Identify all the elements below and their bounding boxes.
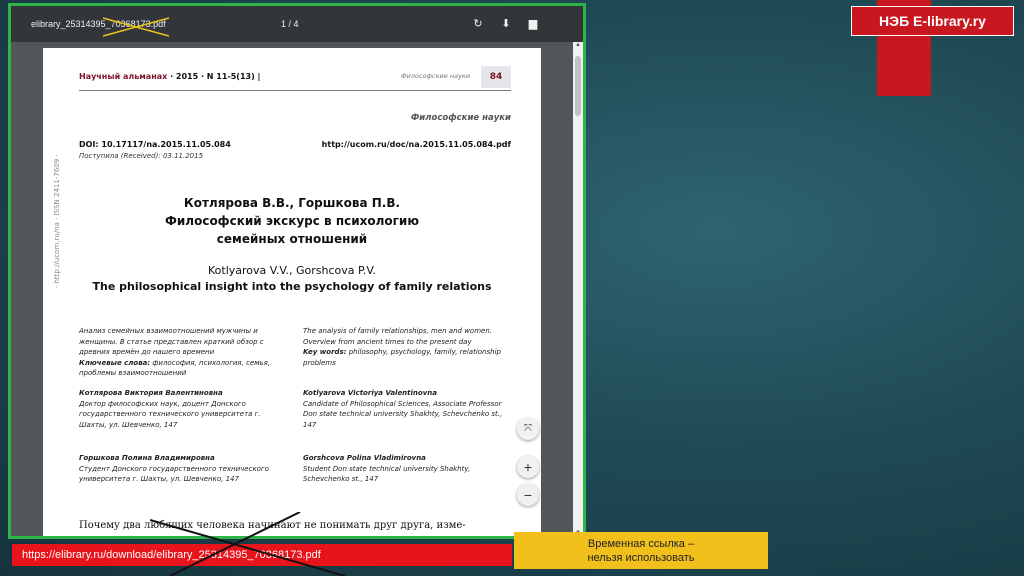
pdf-viewer-frame: elibrary_25314395_70368173.pdf 1 / 4 ↻ ⬇… bbox=[8, 3, 586, 539]
section-header: Философские науки bbox=[401, 72, 471, 80]
note-line2: нельзя использовать bbox=[587, 552, 695, 564]
section-title: Философские науки bbox=[410, 113, 511, 123]
strike-cross-icon bbox=[150, 512, 346, 576]
header-rule bbox=[79, 90, 511, 91]
author1-ru-info: Доктор философских наук, доцент Донского… bbox=[79, 399, 261, 429]
scroll-up-icon[interactable]: ▲ bbox=[573, 42, 583, 48]
article-url: http://ucom.ru/doc/na.2015.11.05.084.pdf bbox=[321, 140, 511, 149]
author2-ru-info: Студент Донского государственного технич… bbox=[79, 464, 269, 484]
pdf-page: Научный альманах · 2015 · N 11-5(13) | Ф… bbox=[43, 48, 541, 536]
received-date: Поступила (Received): 03.11.2015 bbox=[79, 152, 204, 160]
abstract-en-text: The analysis of family relationships, me… bbox=[303, 327, 492, 346]
title-ru-line2: семейных отношений bbox=[216, 232, 368, 246]
journal-header: Научный альманах · 2015 · N 11-5(13) | bbox=[79, 72, 260, 81]
strike-cross-icon bbox=[102, 17, 170, 37]
zoom-in-icon[interactable]: + bbox=[517, 456, 539, 478]
authors-ru: Котлярова В.В., Горшкова П.В. bbox=[183, 196, 401, 210]
rotate-icon[interactable]: ↻ bbox=[471, 17, 485, 31]
author1-en-info: Candidate of Philosophical Sciences, Ass… bbox=[303, 399, 503, 429]
author2-en: Gorshcova Polina Vladimirovna Student Do… bbox=[303, 453, 513, 485]
authors-en: Kotlyarova V.V., Gorshcova P.V. bbox=[208, 264, 376, 277]
author2-en-info: Student Don state technical university S… bbox=[303, 464, 471, 484]
zoom-out-icon[interactable]: − bbox=[517, 484, 539, 506]
author1-ru-name: Котлярова Виктория Валентиновна bbox=[79, 389, 223, 397]
author1-en: Kotlyarova Victoriya Valentinovna Candid… bbox=[303, 388, 513, 430]
author2-en-name: Gorshcova Polina Vladimirovna bbox=[303, 454, 426, 462]
page-indicator: 1 / 4 bbox=[281, 19, 299, 29]
scroll-thumb[interactable] bbox=[575, 56, 581, 116]
abstract-ru-text: Анализ семейных взаимоотношений мужчины … bbox=[79, 327, 264, 356]
fit-page-icon[interactable]: ⤧ bbox=[517, 418, 539, 440]
keywords-ru-label: Ключевые слова: bbox=[79, 358, 151, 367]
brand-label: НЭБ E-library.ry bbox=[851, 6, 1014, 36]
author1-en-name: Kotlyarova Victoriya Valentinovna bbox=[303, 389, 437, 397]
abstract-ru: Анализ семейных взаимоотношений мужчины … bbox=[79, 326, 289, 379]
warning-note: Временная ссылка – нельзя использовать bbox=[514, 532, 768, 569]
print-icon[interactable]: ▆ bbox=[526, 17, 540, 31]
author2-ru-name: Горшкова Полина Владимировна bbox=[79, 454, 215, 462]
download-icon[interactable]: ⬇ bbox=[499, 17, 513, 31]
page-number: 84 bbox=[481, 66, 511, 88]
title-ru-line1: Философский экскурс в психологию bbox=[164, 214, 420, 228]
journal-name: Научный альманах bbox=[79, 72, 168, 81]
keywords-en-label: Key words: bbox=[303, 348, 347, 356]
author1-ru: Котлярова Виктория Валентиновна Доктор ф… bbox=[79, 388, 289, 430]
doi: DOI: 10.17117/na.2015.11.05.084 bbox=[79, 140, 231, 149]
note-line1: Временная ссылка – bbox=[587, 538, 695, 550]
title-en: The philosophical insight into the psych… bbox=[92, 280, 492, 293]
journal-issue: · 2015 · N 11-5(13) | bbox=[167, 72, 261, 81]
scrollbar[interactable]: ▲ ▼ bbox=[573, 42, 583, 536]
author2-ru: Горшкова Полина Владимировна Студент Дон… bbox=[79, 453, 289, 485]
pdf-toolbar: elibrary_25314395_70368173.pdf 1 / 4 ↻ ⬇… bbox=[11, 6, 583, 42]
abstract-en: The analysis of family relationships, me… bbox=[303, 326, 513, 368]
